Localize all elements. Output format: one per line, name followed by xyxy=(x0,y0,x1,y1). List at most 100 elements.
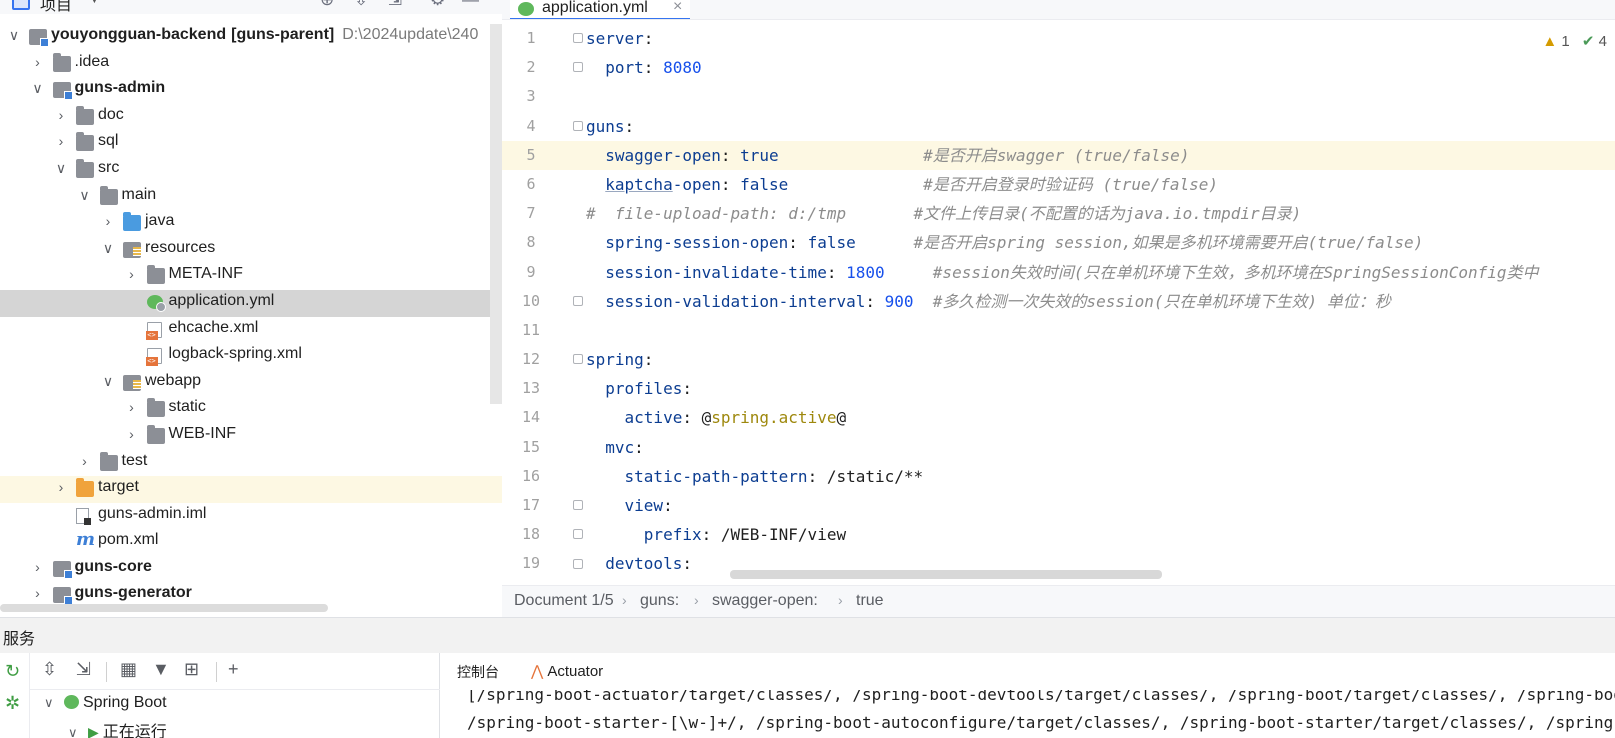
collapse-all-icon[interactable]: ⇲ xyxy=(388,0,402,10)
code-token: devtools xyxy=(586,554,683,574)
close-icon[interactable]: × xyxy=(673,0,682,16)
chevron-down-icon[interactable]: ∨ xyxy=(68,725,82,738)
breadcrumb-item-document[interactable]: Document 1/5 xyxy=(514,592,614,610)
locate-file-icon[interactable]: ⊕ xyxy=(320,0,334,10)
code-line[interactable]: static-path-pattern: /static/** xyxy=(502,462,1615,491)
code-line[interactable]: server: xyxy=(502,24,1615,53)
line-number: 17 xyxy=(521,496,541,514)
tree-scrollbar[interactable] xyxy=(490,24,502,404)
expand-all-icon[interactable]: ⇳ xyxy=(354,0,368,10)
tree-item-java[interactable]: › java xyxy=(0,210,502,237)
code-line[interactable] xyxy=(502,82,1615,111)
tree-item-youyongguan-backend[interactable]: ∨ youyongguan-backend [guns-parent] D:\2024… xyxy=(0,24,502,51)
chevron-right-icon[interactable]: › xyxy=(124,266,140,282)
tree-item-resources[interactable]: ∨ resources xyxy=(0,237,502,264)
tree-item-doc[interactable]: › doc xyxy=(0,104,502,131)
add-service-icon[interactable]: + xyxy=(228,659,239,680)
code-line[interactable]: profiles: xyxy=(502,374,1615,403)
tree-horizontal-scrollbar[interactable] xyxy=(0,604,328,612)
code-line[interactable]: view: xyxy=(502,491,1615,520)
tree-item-idea[interactable]: › .idea xyxy=(0,51,502,78)
chevron-down-icon[interactable]: ∨ xyxy=(44,695,58,711)
breadcrumb-item-swagger-open[interactable]: swagger-open: xyxy=(712,592,818,610)
chevron-right-icon[interactable]: › xyxy=(30,559,46,575)
chevron-right-icon[interactable]: › xyxy=(124,426,140,442)
refresh-icon[interactable]: ↻ xyxy=(5,661,20,682)
chevron-right-icon[interactable]: › xyxy=(30,54,46,70)
service-running-group[interactable]: ∨ ▶ 正在运行 xyxy=(68,718,167,738)
fold-icon[interactable] xyxy=(573,558,583,569)
chevron-right-icon[interactable]: › xyxy=(30,585,46,601)
chevron-down-icon[interactable]: ∨ xyxy=(53,160,69,177)
group-by-icon[interactable]: ▦ xyxy=(120,659,137,680)
code-line[interactable]: session-invalidate-time: 1800 #session失效… xyxy=(502,258,1615,287)
tree-item-webapp[interactable]: ∨ webapp xyxy=(0,370,502,397)
tree-item-pom-xml[interactable]: m pom.xml xyxy=(0,529,502,556)
collapse-all-icon[interactable]: ⇲ xyxy=(76,659,91,680)
service-spring-boot[interactable]: ∨ Spring Boot xyxy=(44,694,167,712)
gear-icon[interactable]: ⚙ xyxy=(430,0,445,10)
chevron-right-icon[interactable]: › xyxy=(53,107,69,123)
chevron-down-icon[interactable]: ∨ xyxy=(77,187,93,204)
tree-item-main[interactable]: ∨ main xyxy=(0,184,502,211)
tree-item-static[interactable]: › static xyxy=(0,396,502,423)
breadcrumb-item-guns[interactable]: guns: xyxy=(640,592,679,610)
tree-item-guns-admin-iml[interactable]: guns-admin.iml xyxy=(0,503,502,530)
code-token: prefix xyxy=(586,525,702,545)
hide-panel-icon[interactable]: — xyxy=(462,0,479,10)
fold-icon[interactable] xyxy=(573,295,583,306)
code-line[interactable]: active: @spring.active@ xyxy=(502,403,1615,432)
tree-item-meta-inf[interactable]: › META-INF xyxy=(0,263,502,290)
code-area[interactable]: server: port: 8080 guns: swagger-open: tr… xyxy=(502,24,1615,579)
chevron-down-icon[interactable]: ▼ xyxy=(88,0,101,6)
tree-item-application-yml[interactable]: application.yml xyxy=(0,289,502,317)
chevron-right-icon[interactable]: › xyxy=(53,479,69,495)
chevron-right-icon[interactable]: › xyxy=(124,399,140,415)
code-line[interactable]: prefix: /WEB-INF/view xyxy=(502,520,1615,549)
filter-icon[interactable]: ▼ xyxy=(152,659,170,680)
breadcrumb-item-value[interactable]: true xyxy=(856,592,884,610)
tab-console[interactable]: 控制台 xyxy=(457,662,499,682)
code-line[interactable]: spring: xyxy=(502,345,1615,374)
tree-item-web-inf[interactable]: › WEB-INF xyxy=(0,423,502,450)
tree-item-logback-spring-xml[interactable]: logback-spring.xml xyxy=(0,343,502,370)
tab-application-yml[interactable]: application.yml × xyxy=(510,0,690,19)
fold-icon[interactable] xyxy=(573,354,583,365)
tree-item-target[interactable]: › target xyxy=(0,476,502,503)
fold-icon[interactable] xyxy=(573,500,583,511)
code-line[interactable]: port: 8080 xyxy=(502,53,1615,82)
tree-item-src[interactable]: ∨ src xyxy=(0,157,502,184)
tree-item-test[interactable]: › test xyxy=(0,450,502,477)
code-line[interactable]: mvc: xyxy=(502,433,1615,462)
editor-horizontal-scrollbar[interactable] xyxy=(730,570,1162,579)
code-line[interactable]: spring-session-open: false #是否开启spring s… xyxy=(502,228,1615,257)
tree-item-guns-admin[interactable]: ∨ guns-admin xyxy=(0,77,502,104)
chevron-down-icon[interactable]: ∨ xyxy=(6,27,22,44)
chevron-down-icon[interactable]: ∨ xyxy=(100,373,116,390)
new-tab-icon[interactable]: ⊞ xyxy=(184,659,199,680)
code-line[interactable] xyxy=(502,316,1615,345)
chevron-right-icon[interactable]: › xyxy=(100,213,116,229)
tab-actuator[interactable]: ⋀ Actuator xyxy=(531,662,603,680)
fold-icon[interactable] xyxy=(573,33,583,43)
code-line[interactable]: swagger-open: true #是否开启swagger (true/fa… xyxy=(502,140,1615,170)
project-view-selector[interactable]: 项目 xyxy=(40,0,72,14)
chevron-down-icon[interactable]: ∨ xyxy=(30,80,46,97)
fold-icon[interactable] xyxy=(573,120,583,131)
code-line[interactable]: session-validation-interval: 900 #多久检测一次… xyxy=(502,287,1615,316)
code-line[interactable]: guns: xyxy=(502,112,1615,141)
code-line[interactable]: kaptcha-open: false #是否开启登录时验证码 (true/fa… xyxy=(502,170,1615,199)
chevron-right-icon[interactable]: › xyxy=(53,133,69,149)
fold-icon[interactable] xyxy=(573,529,583,540)
console-output[interactable]: [/spring-boot-actuator/target/classes/, … xyxy=(441,690,1615,738)
inspection-widget[interactable]: ▲ 1 ✔ 4 xyxy=(1542,32,1607,50)
tree-item-ehcache-xml[interactable]: ehcache.xml xyxy=(0,317,502,344)
debug-icon[interactable]: ✲ xyxy=(5,693,20,714)
expand-all-icon[interactable]: ⇳ xyxy=(42,659,57,680)
tree-item-guns-core[interactable]: › guns-core xyxy=(0,556,502,583)
chevron-right-icon[interactable]: › xyxy=(77,453,93,469)
tree-item-sql[interactable]: › sql xyxy=(0,130,502,157)
fold-icon[interactable] xyxy=(573,62,583,73)
chevron-down-icon[interactable]: ∨ xyxy=(100,240,116,257)
code-line[interactable]: # file-upload-path: d:/tmp #文件上传目录(不配置的话… xyxy=(502,199,1615,228)
